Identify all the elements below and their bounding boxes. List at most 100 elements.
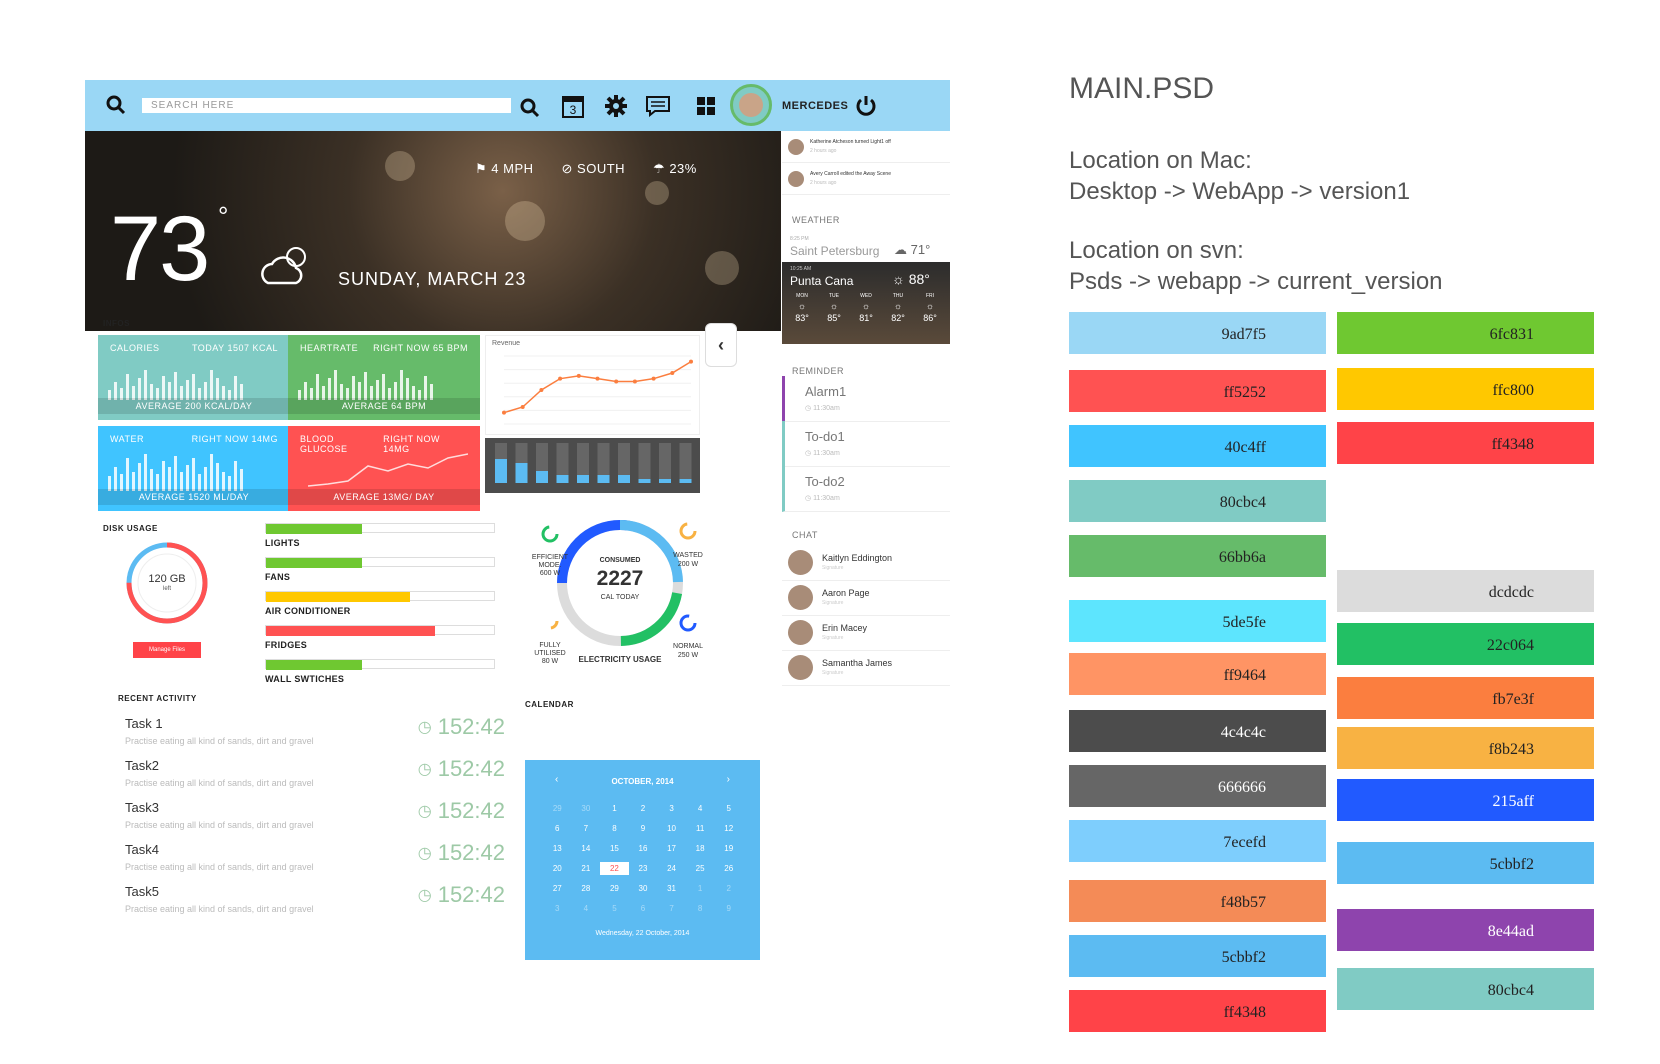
calendar-icon[interactable]: 3 bbox=[560, 93, 586, 119]
calendar-day[interactable]: 30 bbox=[629, 882, 658, 895]
bar-mark bbox=[144, 454, 147, 491]
task-row[interactable]: Task4 Practise eating all kind of sands, … bbox=[125, 840, 505, 882]
umbrella-icon: ☂ bbox=[653, 161, 666, 176]
calendar-day[interactable]: 4 bbox=[572, 902, 601, 915]
calendar-day[interactable]: 29 bbox=[543, 802, 572, 815]
task-time: ◷ 152:42 bbox=[418, 840, 505, 866]
calendar-day[interactable]: 21 bbox=[572, 862, 601, 875]
calendar-day[interactable]: 4 bbox=[686, 802, 715, 815]
utilised-watts: 80 W bbox=[541, 658, 559, 665]
calendar-day[interactable]: 15 bbox=[600, 842, 629, 855]
calendar-day[interactable]: 9 bbox=[629, 822, 658, 835]
search-input[interactable]: SEARCH HERE bbox=[142, 98, 511, 113]
calendar-day[interactable]: 26 bbox=[714, 862, 743, 875]
search-icon[interactable] bbox=[517, 95, 543, 121]
calendar-day[interactable]: 31 bbox=[657, 882, 686, 895]
glucose-tile[interactable]: BLOOD GLUCOSE RIGHT NOW 14MG AVERAGE 13MG… bbox=[288, 426, 480, 511]
notification-item[interactable]: Katherine Atcheson turned Light1 off 2 ho… bbox=[782, 131, 950, 163]
calendar-day[interactable]: 7 bbox=[572, 822, 601, 835]
calendar-day[interactable]: 9 bbox=[714, 902, 743, 915]
calendar-day[interactable]: 23 bbox=[629, 862, 658, 875]
calendar-day[interactable]: 11 bbox=[686, 822, 715, 835]
calendar-day[interactable]: 3 bbox=[543, 902, 572, 915]
calendar-day[interactable]: 2 bbox=[714, 882, 743, 895]
calendar-day[interactable]: 6 bbox=[543, 822, 572, 835]
chat-user[interactable]: Samantha James Signature bbox=[782, 650, 950, 686]
calendar-day[interactable]: 28 bbox=[572, 882, 601, 895]
grid-icon[interactable] bbox=[693, 93, 719, 119]
calendar-day[interactable]: 1 bbox=[600, 802, 629, 815]
forecast-day-name: TUE bbox=[829, 293, 839, 299]
calendar-day[interactable]: 16 bbox=[629, 842, 658, 855]
calendar-day[interactable]: 8 bbox=[686, 902, 715, 915]
city2-time: 10:25 AM bbox=[790, 266, 812, 272]
task-row[interactable]: Task5 Practise eating all kind of sands, … bbox=[125, 882, 505, 924]
device-row[interactable]: FANS bbox=[265, 557, 495, 587]
calendar-day[interactable]: 10 bbox=[657, 822, 686, 835]
calendar-day[interactable]: 17 bbox=[657, 842, 686, 855]
calendar-day[interactable]: 7 bbox=[657, 902, 686, 915]
calories-tile[interactable]: CALORIES TODAY 1507 KCAL AVERAGE 200 KCAL… bbox=[98, 335, 290, 420]
calendar-day[interactable]: 13 bbox=[543, 842, 572, 855]
avatar[interactable] bbox=[730, 84, 772, 126]
task-row[interactable]: Task2 Practise eating all kind of sands, … bbox=[125, 756, 505, 798]
chat-user[interactable]: Kaitlyn Eddington Signature bbox=[782, 545, 950, 581]
reminder-item[interactable]: To-do2 ◷ 11:30am bbox=[782, 466, 950, 512]
calendar-day[interactable]: 20 bbox=[543, 862, 572, 875]
manage-files-button[interactable]: Manage Files bbox=[133, 642, 201, 658]
bar-mark bbox=[114, 467, 117, 491]
calendar-day[interactable]: 19 bbox=[714, 842, 743, 855]
search-icon[interactable] bbox=[103, 92, 129, 118]
color-swatch-code: 80cbc4 bbox=[1487, 982, 1534, 999]
water-name: WATER bbox=[110, 434, 144, 444]
calendar-day[interactable]: 5 bbox=[714, 802, 743, 815]
task-row[interactable]: Task3 Practise eating all kind of sands, … bbox=[125, 798, 505, 840]
calendar-day[interactable]: 1 bbox=[686, 882, 715, 895]
weather-icon: ☼ bbox=[829, 301, 839, 311]
chat-user[interactable]: Erin Macey Signature bbox=[782, 615, 950, 651]
chat-user[interactable]: Aaron Page Signature bbox=[782, 580, 950, 616]
reminder-item[interactable]: To-do1 ◷ 11:30am bbox=[782, 421, 950, 467]
city2-temp: ☼ 88° bbox=[892, 271, 930, 287]
calendar-day[interactable]: 24 bbox=[657, 862, 686, 875]
water-tile[interactable]: WATER RIGHT NOW 14MG AVERAGE 1520 ML/DAY bbox=[98, 426, 290, 511]
clock-icon: ◷ bbox=[805, 495, 814, 502]
calendar-day[interactable]: 8 bbox=[600, 822, 629, 835]
calendar-day[interactable]: 2 bbox=[629, 802, 658, 815]
chat-user-name: Erin Macey bbox=[822, 623, 868, 633]
color-swatch: 80cbc4 bbox=[1337, 968, 1594, 1010]
chat-icon[interactable] bbox=[645, 93, 671, 119]
user-name[interactable]: MERCEDES bbox=[782, 100, 848, 112]
calendar-day[interactable]: 3 bbox=[657, 802, 686, 815]
collapse-button[interactable]: ‹ bbox=[705, 323, 737, 367]
color-swatch: ff5252 bbox=[1069, 370, 1326, 412]
bar-mark bbox=[316, 374, 319, 400]
notification-item[interactable]: Avery Carroll edited the Away Scene 2 hou… bbox=[782, 163, 950, 195]
heartrate-tile[interactable]: HEARTRATE RIGHT NOW 65 BPM AVERAGE 64 BPM bbox=[288, 335, 480, 420]
device-row[interactable]: AIR CONDITIONER bbox=[265, 591, 495, 621]
calendar-day-selected[interactable]: 22 bbox=[600, 862, 629, 875]
calendar-day[interactable]: 29 bbox=[600, 882, 629, 895]
next-month-button[interactable]: › bbox=[727, 774, 730, 785]
calendar-day[interactable]: 6 bbox=[629, 902, 658, 915]
bar-mark bbox=[186, 380, 189, 400]
color-swatch-code: 6fc831 bbox=[1489, 326, 1534, 343]
calendar-day[interactable]: 5 bbox=[600, 902, 629, 915]
bar-mark bbox=[150, 469, 153, 491]
gear-icon[interactable] bbox=[603, 93, 629, 119]
calendar-day[interactable]: 30 bbox=[572, 802, 601, 815]
revenue-point bbox=[576, 373, 581, 378]
calendar-day[interactable]: 27 bbox=[543, 882, 572, 895]
device-row[interactable]: LIGHTS bbox=[265, 523, 495, 553]
calendar-day[interactable]: 12 bbox=[714, 822, 743, 835]
device-row[interactable]: WALL SWTICHES bbox=[265, 659, 495, 689]
calendar-day[interactable]: 14 bbox=[572, 842, 601, 855]
bar-mark bbox=[234, 376, 237, 400]
reminder-item[interactable]: Alarm1 ◷ 11:30am bbox=[782, 376, 950, 422]
calendar-day[interactable]: 18 bbox=[686, 842, 715, 855]
calendar-day[interactable]: 25 bbox=[686, 862, 715, 875]
city2-card[interactable]: 10:25 AM Punta Cana ☼ 88° MON ☼ 83° TUE ☼ 85°… bbox=[782, 262, 950, 344]
task-row[interactable]: Task 1 Practise eating all kind of sands,… bbox=[125, 714, 505, 756]
power-icon[interactable] bbox=[853, 92, 879, 118]
device-row[interactable]: FRIDGES bbox=[265, 625, 495, 655]
